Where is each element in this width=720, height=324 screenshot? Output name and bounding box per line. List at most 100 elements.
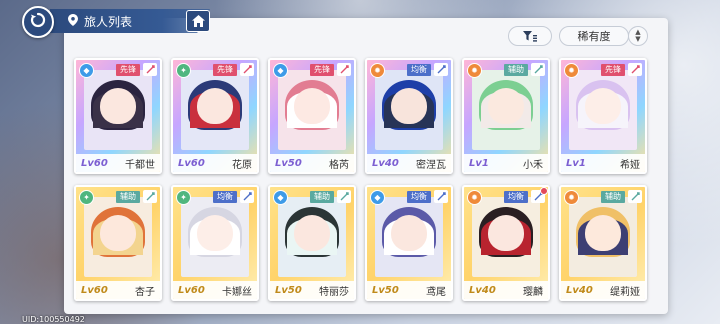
portrait-face — [100, 215, 136, 251]
traveler-level: Lv60 — [81, 284, 108, 296]
role-badge: 先锋 — [116, 64, 140, 76]
water-icon: ◆ — [273, 190, 288, 205]
traveler-level: Lv60 — [178, 284, 205, 296]
role-badge: 均衡 — [407, 191, 431, 203]
page-title: 旅人列表 — [84, 14, 133, 29]
role-badge: 辅助 — [310, 191, 334, 203]
traveler-portrait — [375, 70, 443, 150]
wind-icon: ✦ — [176, 190, 191, 205]
traveler-name: 花原 — [232, 159, 252, 171]
wind-icon: ✦ — [79, 190, 94, 205]
role-badge: 辅助 — [504, 64, 528, 76]
traveler-card[interactable]: ◆ 均衡 Lv50 鸢尾 — [365, 185, 453, 301]
home-icon — [191, 12, 205, 31]
fire-icon: ✹ — [370, 63, 385, 78]
traveler-card[interactable]: ✦ 先锋 Lv60 花原 — [171, 58, 259, 174]
portrait-face — [585, 215, 621, 251]
traveler-card[interactable]: ◆ 先锋 Lv60 千都世 — [74, 58, 162, 174]
traveler-card[interactable]: ✹ 辅助 Lv1 小禾 — [462, 58, 550, 174]
role-badge: 先锋 — [601, 64, 625, 76]
notification-dot — [540, 187, 548, 195]
traveler-level: Lv50 — [275, 157, 302, 169]
portrait-face — [391, 215, 427, 251]
portrait-face — [294, 215, 330, 251]
traveler-card[interactable]: ✹ 均衡 Lv40 密涅瓦 — [365, 58, 453, 174]
role-badge: 先锋 — [213, 64, 237, 76]
fire-icon: ✹ — [467, 190, 482, 205]
traveler-portrait — [181, 197, 249, 277]
traveler-level: Lv40 — [469, 284, 496, 296]
home-button[interactable] — [186, 10, 210, 32]
card-info-bar: Lv50 格芮 — [270, 154, 354, 172]
card-info-bar: Lv40 璎麟 — [464, 281, 548, 299]
traveler-card[interactable]: ✹ 均衡 Lv40 璎麟 — [462, 185, 550, 301]
weapon-type-icon — [143, 190, 157, 203]
traveler-portrait — [375, 197, 443, 277]
water-icon: ◆ — [370, 190, 385, 205]
card-info-bar: Lv50 特丽莎 — [270, 281, 354, 299]
traveler-portrait — [181, 70, 249, 150]
water-icon: ◆ — [79, 63, 94, 78]
role-badge: 先锋 — [310, 64, 334, 76]
traveler-portrait — [472, 70, 540, 150]
portrait-face — [391, 88, 427, 124]
portrait-face — [294, 88, 330, 124]
filter-button[interactable] — [508, 26, 552, 46]
traveler-level: Lv40 — [566, 284, 593, 296]
weapon-type-icon — [240, 63, 254, 76]
traveler-name: 密涅瓦 — [416, 159, 446, 171]
weapon-type-icon — [628, 63, 642, 76]
role-badge: 均衡 — [407, 64, 431, 76]
traveler-card[interactable]: ✹ 辅助 Lv40 缇莉娅 — [559, 185, 647, 301]
card-info-bar: Lv60 千都世 — [76, 154, 160, 172]
weapon-type-icon — [143, 63, 157, 76]
traveler-card[interactable]: ✦ 辅助 Lv60 杏子 — [74, 185, 162, 301]
weapon-type-icon — [337, 190, 351, 203]
traveler-card[interactable]: ◆ 先锋 Lv50 格芮 — [268, 58, 356, 174]
role-badge: 辅助 — [601, 191, 625, 203]
sort-order-icon[interactable]: ▲ ▼ — [628, 26, 648, 46]
traveler-card[interactable]: ✦ 均衡 Lv60 卡娜丝 — [171, 185, 259, 301]
traveler-portrait — [278, 70, 346, 150]
portrait-face — [100, 88, 136, 124]
weapon-type-icon — [531, 63, 545, 76]
traveler-portrait — [569, 70, 637, 150]
portrait-face — [488, 215, 524, 251]
uid-label: UID:100550492 — [22, 315, 85, 324]
weapon-type-icon — [434, 190, 448, 203]
traveler-level: Lv1 — [566, 157, 586, 169]
role-badge: 辅助 — [116, 191, 140, 203]
traveler-name: 璎麟 — [523, 286, 543, 298]
traveler-level: Lv50 — [372, 284, 399, 296]
card-info-bar: Lv40 密涅瓦 — [367, 154, 451, 172]
traveler-name: 千都世 — [125, 159, 155, 171]
back-button[interactable] — [22, 6, 54, 38]
portrait-face — [488, 88, 524, 124]
traveler-card[interactable]: ✹ 先锋 Lv1 希娅 — [559, 58, 647, 174]
card-info-bar: Lv60 杏子 — [76, 281, 160, 299]
traveler-level: Lv60 — [178, 157, 205, 169]
card-info-bar: Lv60 花原 — [173, 154, 257, 172]
traveler-level: Lv1 — [469, 157, 489, 169]
portrait-face — [197, 88, 233, 124]
weapon-type-icon — [628, 190, 642, 203]
card-info-bar: Lv1 希娅 — [561, 154, 645, 172]
filter-icon — [523, 27, 537, 46]
map-pin-icon — [68, 13, 78, 29]
weapon-type-icon — [434, 63, 448, 76]
traveler-name: 小禾 — [523, 159, 543, 171]
traveler-name: 缇莉娅 — [610, 286, 640, 298]
traveler-level: Lv50 — [275, 284, 302, 296]
water-icon: ◆ — [273, 63, 288, 78]
traveler-grid: ◆ 先锋 Lv60 千都世 ✦ 先锋 Lv60 花原 ◆ 先锋 Lv50 格芮 ✹ 均衡 Lv40 密涅瓦 ✹ 辅… — [74, 58, 647, 302]
traveler-portrait — [569, 197, 637, 277]
weapon-type-icon — [337, 63, 351, 76]
traveler-card[interactable]: ◆ 辅助 Lv50 特丽莎 — [268, 185, 356, 301]
traveler-portrait — [84, 197, 152, 277]
traveler-name: 格芮 — [329, 159, 349, 171]
sort-dropdown[interactable]: 稀有度 — [559, 26, 629, 46]
fire-icon: ✹ — [564, 190, 579, 205]
role-badge: 均衡 — [213, 191, 237, 203]
traveler-portrait — [472, 197, 540, 277]
portrait-face — [197, 215, 233, 251]
